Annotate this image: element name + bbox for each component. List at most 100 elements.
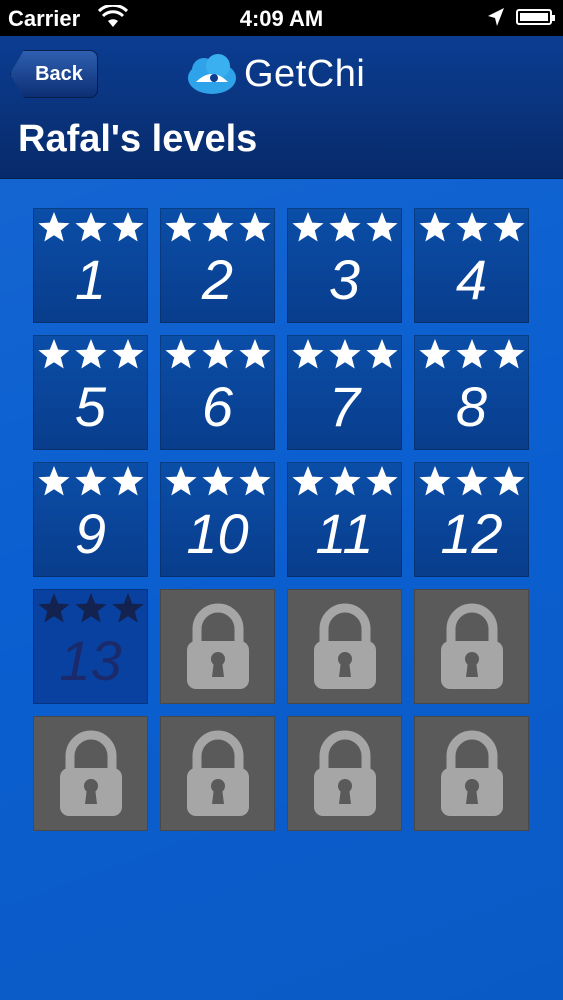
star-icon	[37, 466, 70, 496]
level-number: 5	[74, 375, 107, 438]
star-icon	[291, 339, 324, 369]
star-icon	[328, 466, 361, 496]
level-number: 6	[201, 375, 234, 438]
star-icon	[418, 212, 451, 242]
level-number: 10	[186, 502, 249, 565]
star-icon	[328, 339, 361, 369]
star-icon	[418, 466, 451, 496]
star-icon	[455, 466, 488, 496]
star-icon	[291, 466, 324, 496]
level-tile[interactable]: 13	[33, 589, 148, 704]
star-icon	[291, 212, 324, 242]
level-tile[interactable]: 11	[287, 462, 402, 577]
clock: 4:09 AM	[239, 6, 324, 31]
level-number: 13	[59, 629, 122, 692]
star-icon	[492, 339, 525, 369]
star-icon	[111, 593, 144, 623]
star-icon	[365, 212, 398, 242]
star-icon	[328, 212, 361, 242]
star-icon	[164, 466, 197, 496]
star-rating	[414, 464, 529, 498]
level-number: 2	[201, 248, 234, 311]
locked-level-tile	[414, 589, 529, 704]
star-rating	[33, 337, 148, 371]
lock-icon	[441, 730, 503, 816]
lock-icon	[60, 730, 122, 816]
level-tile[interactable]: 4	[414, 208, 529, 323]
star-icon	[164, 212, 197, 242]
level-number: 11	[315, 502, 374, 565]
star-rating	[287, 464, 402, 498]
locked-level-tile	[287, 589, 402, 704]
brand-name: GetChi	[244, 52, 366, 95]
star-rating	[33, 210, 148, 244]
star-icon	[201, 212, 234, 242]
back-button-label: Back	[35, 62, 83, 85]
star-icon	[164, 339, 197, 369]
star-icon	[238, 466, 271, 496]
locked-level-tile	[160, 716, 275, 831]
star-icon	[201, 339, 234, 369]
star-icon	[418, 339, 451, 369]
star-icon	[37, 339, 70, 369]
star-icon	[111, 466, 144, 496]
level-tile[interactable]: 9	[33, 462, 148, 577]
star-icon	[492, 212, 525, 242]
level-tile[interactable]: 7	[287, 335, 402, 450]
star-icon	[74, 339, 107, 369]
star-rating	[287, 210, 402, 244]
page-title: Rafal's levels	[18, 118, 258, 160]
star-rating	[160, 337, 275, 371]
star-rating	[160, 464, 275, 498]
star-icon	[74, 593, 107, 623]
star-rating	[414, 337, 529, 371]
level-number: 3	[328, 248, 361, 311]
level-number: 12	[440, 502, 503, 565]
level-tile[interactable]: 10	[160, 462, 275, 577]
lock-icon	[314, 730, 376, 816]
level-tile[interactable]: 1	[33, 208, 148, 323]
locked-level-tile	[160, 589, 275, 704]
level-grid: 1 2 3 4 5 6 7 8 9 10 11 12 13	[33, 208, 529, 831]
level-tile[interactable]: 3	[287, 208, 402, 323]
level-tile[interactable]: 8	[414, 335, 529, 450]
navigation-bar: Back GetChi Rafal's levels	[0, 36, 563, 179]
star-icon	[238, 339, 271, 369]
star-icon	[365, 466, 398, 496]
star-icon	[37, 593, 70, 623]
back-button[interactable]: Back	[10, 50, 98, 98]
level-tile[interactable]: 2	[160, 208, 275, 323]
level-tile[interactable]: 12	[414, 462, 529, 577]
star-icon	[111, 339, 144, 369]
level-number: 9	[74, 502, 107, 565]
battery-icon	[516, 9, 555, 25]
locked-level-tile	[33, 716, 148, 831]
star-rating	[160, 210, 275, 244]
star-icon	[365, 339, 398, 369]
star-rating	[33, 464, 148, 498]
lock-icon	[441, 603, 503, 689]
star-icon	[492, 466, 525, 496]
locked-level-tile	[287, 716, 402, 831]
locked-level-tile	[414, 716, 529, 831]
star-icon	[455, 212, 488, 242]
level-tile[interactable]: 5	[33, 335, 148, 450]
location-arrow-icon	[488, 8, 504, 26]
getchi-cloud-logo-icon	[188, 54, 236, 94]
level-tile[interactable]: 6	[160, 335, 275, 450]
level-screen: 1 2 3 4 5 6 7 8 9 10 11 12 13	[0, 179, 563, 1000]
star-icon	[455, 339, 488, 369]
star-rating	[33, 591, 148, 625]
star-icon	[201, 466, 234, 496]
level-number: 1	[74, 248, 107, 311]
star-icon	[37, 212, 70, 242]
brand-logo: GetChi	[186, 52, 365, 96]
star-icon	[111, 212, 144, 242]
star-rating	[414, 210, 529, 244]
star-icon	[74, 212, 107, 242]
star-rating	[287, 337, 402, 371]
lock-icon	[187, 730, 249, 816]
level-number: 7	[328, 375, 361, 438]
lock-icon	[314, 603, 376, 689]
level-number: 8	[455, 375, 488, 438]
